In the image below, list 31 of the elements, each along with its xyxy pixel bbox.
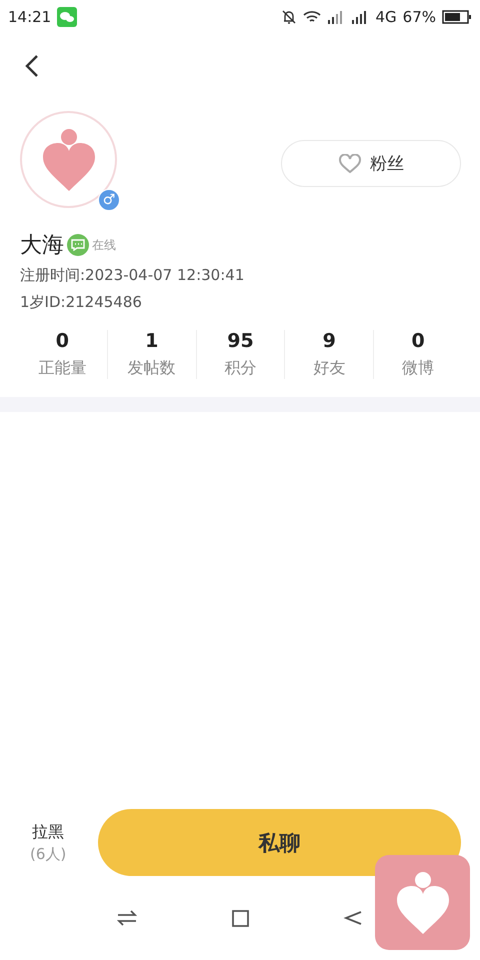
- stat-label: 好友: [313, 358, 346, 379]
- heart-person-icon: [394, 872, 450, 934]
- home-icon[interactable]: [230, 908, 250, 928]
- stat-value: 0: [411, 330, 425, 352]
- clock: 14:21: [8, 8, 52, 26]
- stat-label: 微博: [402, 358, 434, 379]
- stat-value: 1: [145, 330, 158, 352]
- battery-icon: [442, 10, 472, 24]
- fans-button[interactable]: 粉丝: [281, 140, 461, 187]
- heart-person-icon: [40, 128, 96, 190]
- block-button[interactable]: 拉黑 (6人): [30, 822, 66, 864]
- bell-muted-icon: [281, 9, 298, 25]
- stat-value: 9: [322, 330, 336, 352]
- user-name: 大海: [20, 232, 64, 260]
- stat-value: 95: [227, 330, 254, 352]
- heart-icon: [338, 154, 362, 174]
- battery-percent: 67%: [402, 8, 436, 26]
- online-status: 在线: [92, 236, 116, 254]
- registration-time: 注册时间:2023-04-07 12:30:41: [20, 266, 246, 285]
- stat-label: 发帖数: [128, 358, 176, 379]
- private-chat-button[interactable]: 私聊: [98, 809, 461, 876]
- chat-app-icon: [57, 7, 78, 27]
- stat-label: 积分: [224, 358, 256, 379]
- stat-label: 正能量: [38, 358, 86, 379]
- stat-value: 0: [56, 330, 70, 352]
- switch-icon[interactable]: [116, 909, 137, 927]
- back-icon: [25, 54, 39, 78]
- network-type: 4G: [375, 8, 397, 26]
- gender-badge: ♂: [98, 189, 120, 211]
- user-id: 1岁ID:21245486: [20, 293, 143, 312]
- wifi-icon: [303, 10, 322, 24]
